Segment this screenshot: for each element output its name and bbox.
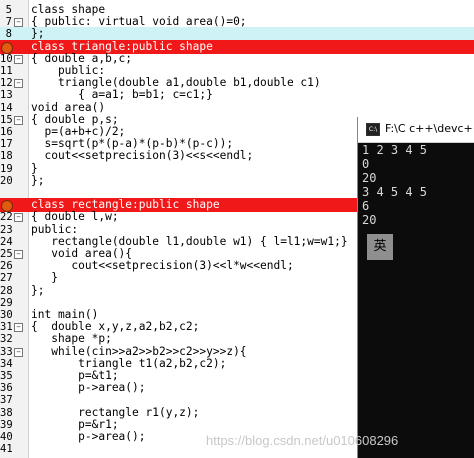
console-output-line: 20 [362,213,377,227]
fold-toggle-icon[interactable]: − [14,213,23,223]
fold-toggle-icon[interactable]: − [14,79,23,89]
line-number: 41 [0,443,13,456]
fold-toggle-icon[interactable]: − [14,18,23,28]
fold-toggle-icon[interactable]: − [14,323,23,333]
console-output-line: 6 [362,199,370,213]
fold-toggle-icon[interactable]: − [14,54,23,64]
console-output: 1 2 3 4 5 0 20 3 4 5 4 5 6 20 [362,143,427,227]
fold-toggle-icon[interactable]: − [14,347,23,357]
console-output-line: 20 [362,171,377,185]
console-output-line: 0 [362,157,370,171]
console-window[interactable]: C:\ F:\C c++\devc++\C 1 2 3 4 50203 4 5 … [357,117,474,458]
console-output-line: 3 4 5 4 5 [362,185,428,199]
fold-toggle-icon[interactable]: − [14,250,23,259]
fold-toggle-icon[interactable]: − [14,115,23,125]
console-app-icon: C:\ [366,123,380,136]
console-title: F:\C c++\devc++\C [385,122,474,135]
ime-indicator[interactable]: 英 [367,234,393,260]
watermark: https://blog.csdn.net/u010608296 [206,433,399,448]
console-output-line: 1 2 3 4 5 [362,143,428,157]
console-titlebar[interactable]: C:\ F:\C c++\devc++\C [358,117,474,143]
